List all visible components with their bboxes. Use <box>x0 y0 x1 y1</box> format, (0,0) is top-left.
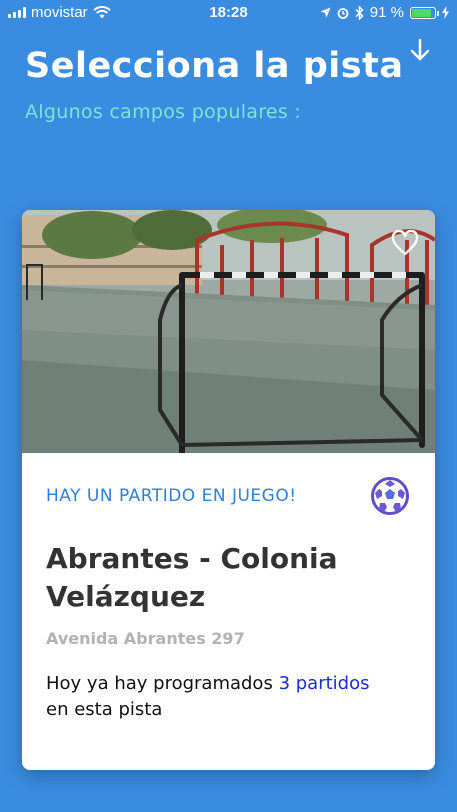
charging-bolt-icon <box>442 6 449 19</box>
bluetooth-icon <box>355 5 364 20</box>
status-bar: movistar 18:28 91 % <box>0 0 457 26</box>
page-subtitle: Algunos campos populares : <box>25 101 302 123</box>
matches-prefix: Hoy ya hay programados <box>46 673 273 694</box>
alarm-icon <box>337 7 349 19</box>
battery-percent: 91 % <box>369 4 404 21</box>
status-right: 91 % <box>320 4 449 21</box>
court-card[interactable]: HAY UN PARTIDO EN JUEGO! Abrantes - Colo… <box>22 210 435 770</box>
court-address: Avenida Abrantes 297 <box>46 629 245 648</box>
court-photo <box>22 210 435 453</box>
live-match-label: HAY UN PARTIDO EN JUEGO! <box>46 486 297 506</box>
court-name: Abrantes - Colonia Velázquez <box>46 542 338 613</box>
page-title: Selecciona la pista <box>25 46 404 86</box>
matches-count-link[interactable]: 3 partidos <box>279 673 370 694</box>
arrow-down-icon[interactable] <box>406 36 434 64</box>
location-icon <box>320 7 331 18</box>
heart-icon[interactable] <box>391 230 419 256</box>
scheduled-matches-text: Hoy ya hay programados 3 partidos en est… <box>46 671 416 723</box>
matches-suffix: en esta pista <box>46 699 163 720</box>
battery-icon <box>410 6 439 19</box>
soccer-ball-icon <box>371 477 409 515</box>
